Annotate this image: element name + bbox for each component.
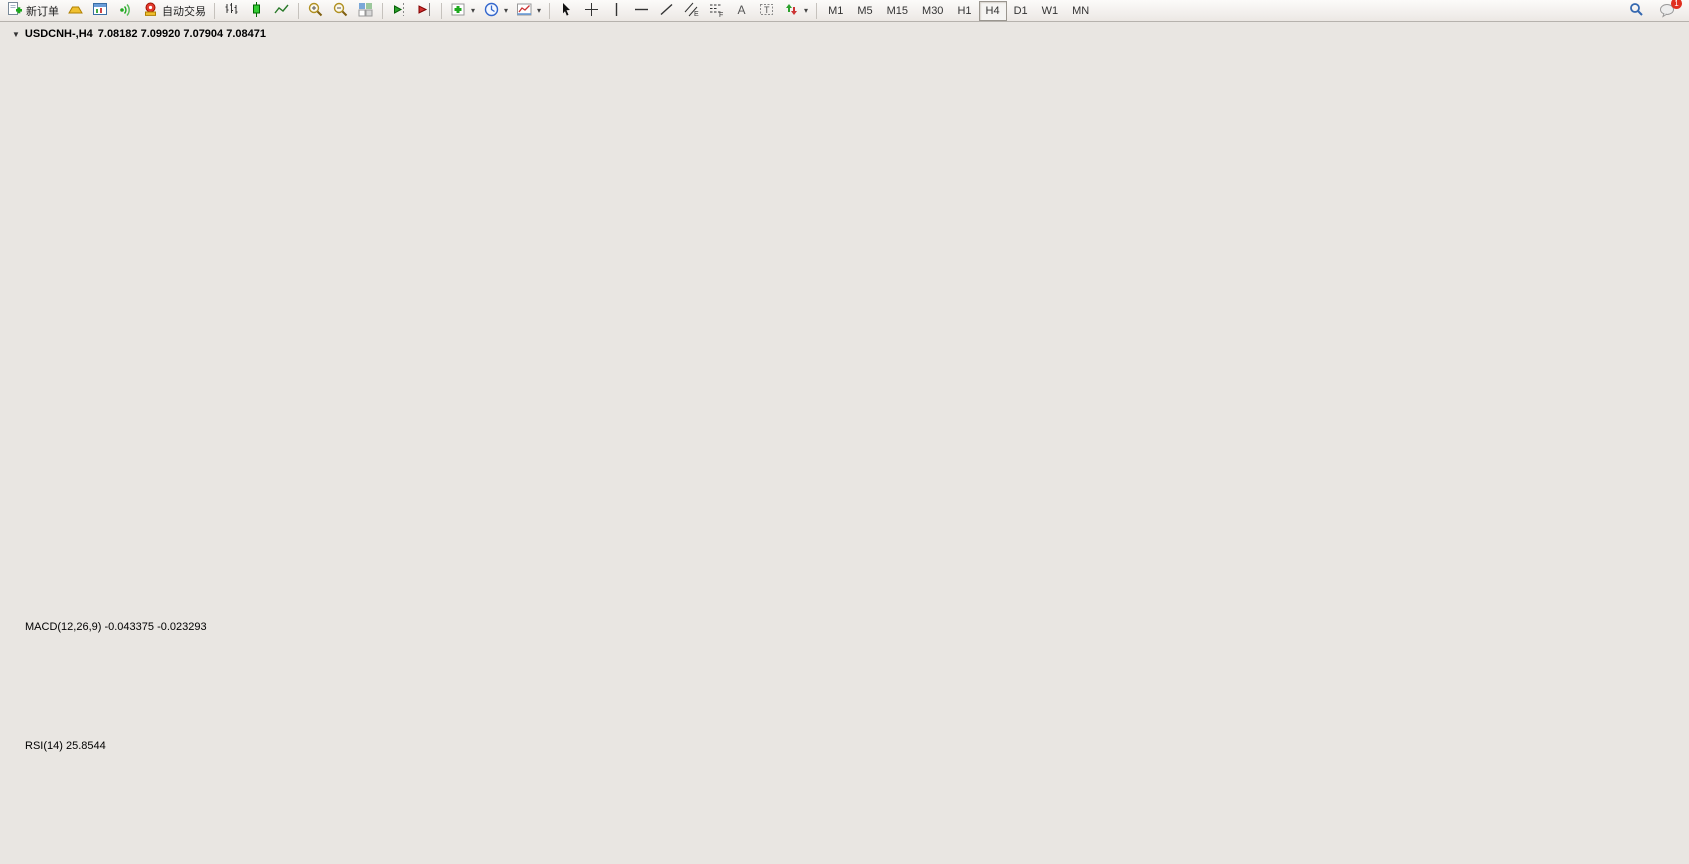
indicators-icon <box>450 1 467 21</box>
timeframe-m5[interactable]: M5 <box>850 1 879 21</box>
vertical-line-icon <box>608 1 625 21</box>
timeframe-m30[interactable]: M30 <box>915 1 950 21</box>
symbol-period-label: USDCNH-,H4 <box>25 28 93 40</box>
search-icon <box>1628 1 1645 21</box>
auto-trading-label: 自动交易 <box>162 3 206 19</box>
candlestick-chart-icon <box>248 1 265 21</box>
candlestick-chart-button[interactable] <box>244 0 269 22</box>
fibonacci-tool-button[interactable]: F <box>704 0 729 22</box>
indicators-button[interactable]: ▾ <box>446 0 479 22</box>
channel-tool-button[interactable]: E <box>679 0 704 22</box>
text-a-icon: A <box>733 1 750 21</box>
timeframe-h1[interactable]: H1 <box>950 1 978 21</box>
zoom-in-icon <box>307 1 324 21</box>
rsi-indicator-label: RSI(14) 25.8544 <box>25 740 106 752</box>
new-chart-button[interactable] <box>88 0 113 22</box>
line-chart-button[interactable] <box>269 0 294 22</box>
chevron-down-icon: ▾ <box>537 6 541 15</box>
zoom-out-icon <box>332 1 349 21</box>
trendline-icon <box>658 1 675 21</box>
crosshair-tool-button[interactable] <box>579 0 604 22</box>
macd-indicator-label: MACD(12,26,9) -0.043375 -0.023293 <box>25 621 207 633</box>
chart-shift-icon <box>391 1 408 21</box>
cursor-tool-button[interactable] <box>554 0 579 22</box>
line-chart-icon <box>273 1 290 21</box>
timeframe-h4[interactable]: H4 <box>979 1 1007 21</box>
clock-icon <box>483 1 500 21</box>
notifications-button[interactable]: 1 <box>1655 0 1681 22</box>
new-order-label: 新订单 <box>26 3 59 19</box>
toolbar-separator <box>816 3 817 19</box>
timeframe-d1[interactable]: D1 <box>1007 1 1035 21</box>
auto-trading-icon <box>142 1 159 21</box>
svg-text:F: F <box>719 12 723 18</box>
templates-button[interactable]: ▾ <box>512 0 545 22</box>
timeframe-w1[interactable]: W1 <box>1035 1 1066 21</box>
one-click-trading-arrow-icon[interactable]: ▼ <box>12 30 20 39</box>
gold-symbol-button[interactable] <box>63 0 88 22</box>
text-tool-button[interactable]: A <box>729 0 754 22</box>
arrow-objects-icon <box>783 1 800 21</box>
chevron-down-icon: ▾ <box>804 6 808 15</box>
chevron-down-icon: ▾ <box>471 6 475 15</box>
price-chart-canvas[interactable] <box>0 0 1689 864</box>
signals-button[interactable] <box>113 0 138 22</box>
bar-chart-button[interactable] <box>219 0 244 22</box>
arrows-tool-button[interactable]: ▾ <box>779 0 812 22</box>
toolbar-separator <box>298 3 299 19</box>
periods-button[interactable]: ▾ <box>479 0 512 22</box>
toolbar-separator <box>382 3 383 19</box>
trendline-tool-button[interactable] <box>654 0 679 22</box>
toolbar-separator <box>214 3 215 19</box>
fibonacci-icon: F <box>708 1 725 21</box>
auto-trading-button[interactable]: 自动交易 <box>138 0 210 22</box>
toolbar-separator <box>441 3 442 19</box>
chart-shift-button[interactable] <box>387 0 412 22</box>
timeframe-m15[interactable]: M15 <box>880 1 915 21</box>
svg-text:A: A <box>738 3 746 17</box>
cursor-icon <box>558 1 575 21</box>
tile-windows-icon <box>357 1 374 21</box>
chevron-down-icon: ▾ <box>504 6 508 15</box>
toolbar: 新订单 自动交易 ▾ ▾ ▾ E F A T ▾ M1 M5 M15 M30 H… <box>0 0 1689 22</box>
search-button[interactable] <box>1624 0 1649 22</box>
vertical-line-tool-button[interactable] <box>604 0 629 22</box>
new-order-button[interactable]: 新订单 <box>2 0 63 22</box>
timeframe-mn[interactable]: MN <box>1065 1 1096 21</box>
label-t-icon: T <box>758 1 775 21</box>
chart-title: ▼ USDCNH-,H4 7.08182 7.09920 7.07904 7.0… <box>12 28 266 40</box>
tile-windows-button[interactable] <box>353 0 378 22</box>
crosshair-icon <box>583 1 600 21</box>
bar-chart-icon <box>223 1 240 21</box>
zoom-in-button[interactable] <box>303 0 328 22</box>
mt4-window: { "toolbar": { "new_order_label": "新订单",… <box>0 0 1689 864</box>
new-order-icon <box>6 1 23 21</box>
equidistant-channel-icon: E <box>683 1 700 21</box>
notification-count-badge: 1 <box>1671 0 1682 9</box>
new-chart-icon <box>92 1 109 21</box>
zoom-out-button[interactable] <box>328 0 353 22</box>
auto-scroll-button[interactable] <box>412 0 437 22</box>
toolbar-separator <box>549 3 550 19</box>
ohlc-values: 7.08182 7.09920 7.07904 7.08471 <box>98 28 266 40</box>
text-label-tool-button[interactable]: T <box>754 0 779 22</box>
gold-ingot-icon <box>67 1 84 21</box>
template-icon <box>516 1 533 21</box>
timeframe-m1[interactable]: M1 <box>821 1 850 21</box>
horizontal-line-icon <box>633 1 650 21</box>
signal-icon <box>117 1 134 21</box>
horizontal-line-tool-button[interactable] <box>629 0 654 22</box>
svg-text:E: E <box>694 11 699 18</box>
svg-text:T: T <box>764 5 770 15</box>
auto-scroll-icon <box>416 1 433 21</box>
